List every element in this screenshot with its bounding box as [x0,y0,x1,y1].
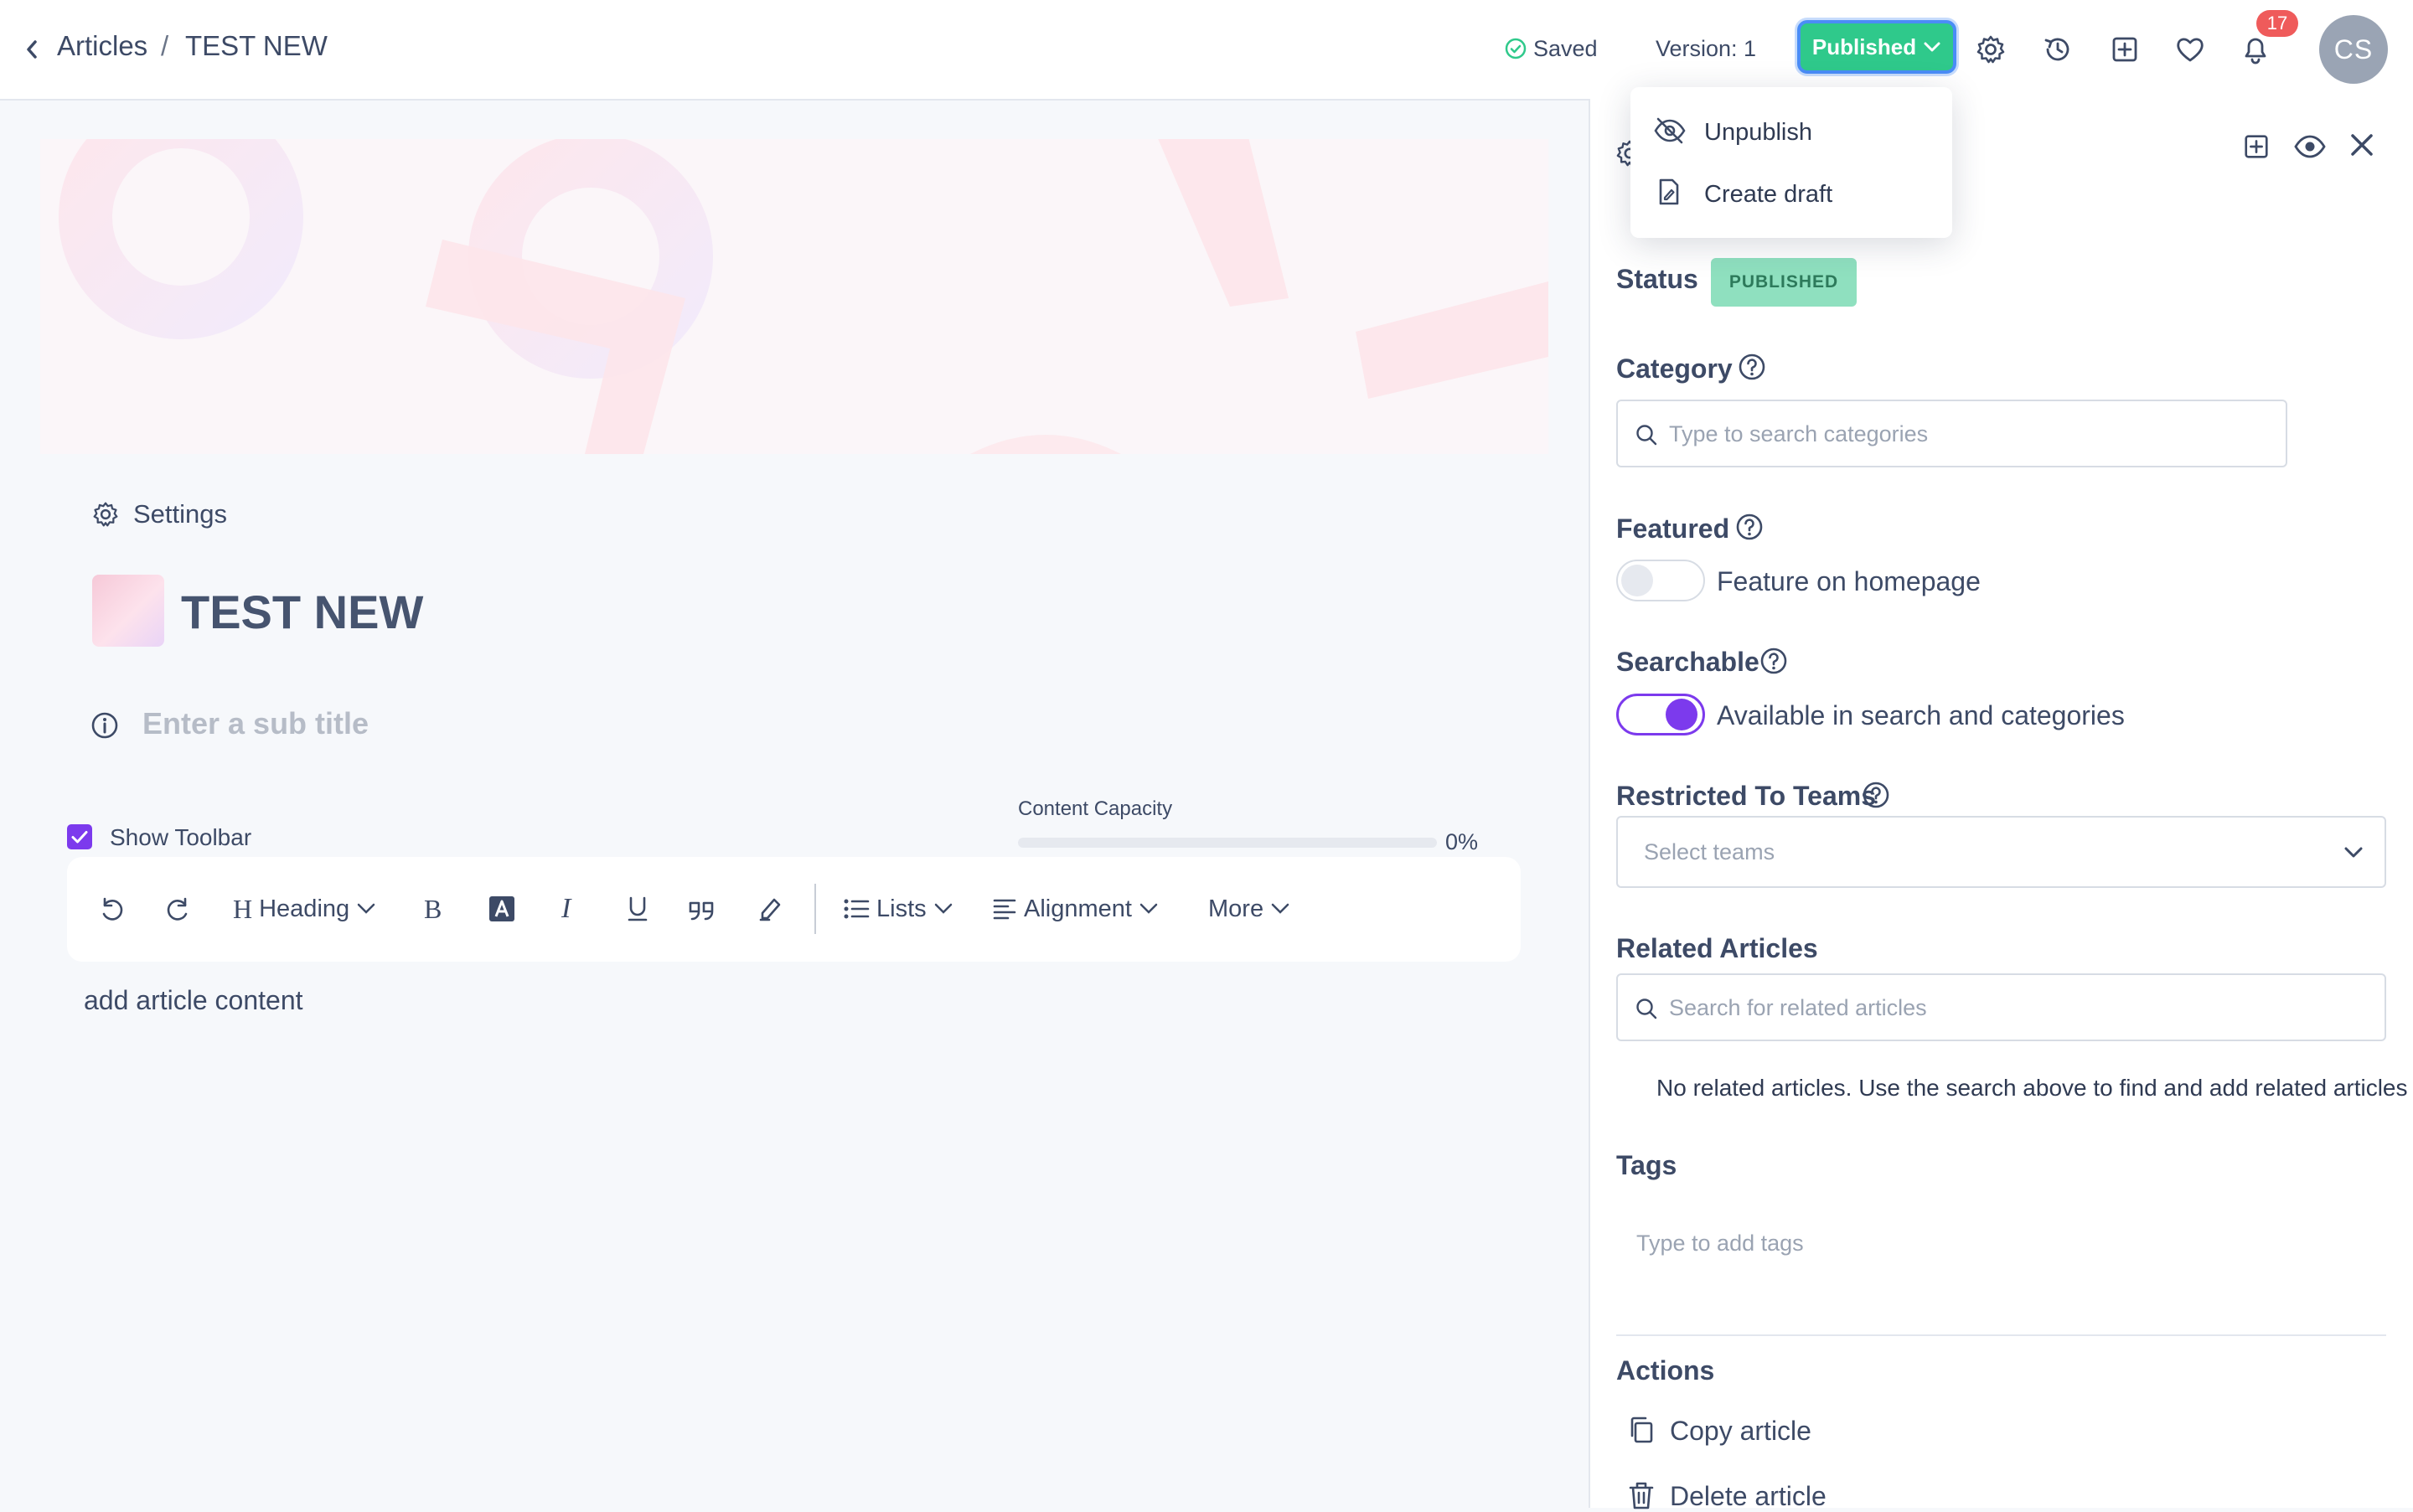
featured-toggle[interactable] [1616,560,1705,601]
publish-dropdown-menu: Unpublish Create draft [1630,87,1952,238]
search-icon [1635,423,1658,446]
editor-toolbar: H Heading B I Lists Alignment More [67,857,1521,962]
menu-item-unpublish[interactable]: Unpublish [1630,101,1952,161]
search-icon [1635,997,1658,1020]
menu-item-create-draft[interactable]: Create draft [1630,163,1952,223]
chevron-left-icon[interactable] [23,39,40,60]
blockquote-icon[interactable] [687,890,717,927]
publish-status-button[interactable]: Published [1797,20,1956,74]
menu-item-label: Create draft [1704,181,1833,208]
searchable-toggle-knob [1666,699,1697,730]
searchable-toggle[interactable] [1616,694,1705,735]
version-label: Version: 1 [1656,36,1757,61]
alignment-dropdown[interactable]: Alignment [992,890,1159,927]
tags-label: Tags [1616,1150,1677,1180]
highlight-pen-icon[interactable] [756,890,784,927]
text-color-icon[interactable] [488,890,516,927]
article-content-editor[interactable]: add article content [84,985,303,1016]
settings-link[interactable]: Settings [133,499,227,529]
add-square-icon[interactable] [2110,34,2140,65]
content-capacity-label: Content Capacity [1018,797,1173,820]
info-icon [90,711,119,740]
searchable-label: Searchable [1616,647,1759,677]
featured-toggle-label: Feature on homepage [1717,566,1981,596]
redo-icon[interactable] [164,890,193,927]
teams-placeholder: Select teams [1644,839,1775,864]
gear-icon[interactable] [1976,34,2006,65]
tags-input[interactable]: Type to add tags [1636,1231,1804,1257]
undo-icon[interactable] [97,890,126,927]
lists-label: Lists [876,895,927,922]
featured-label: Featured [1616,513,1730,544]
eye-off-icon [1654,117,1686,144]
italic-icon[interactable]: I [561,890,571,927]
help-icon[interactable] [1862,781,1890,809]
heading-icon: H [233,893,253,924]
actions-label: Actions [1616,1355,1715,1386]
copy-icon [1628,1416,1655,1444]
chevron-down-icon [1923,41,1941,53]
article-title[interactable]: TEST NEW [181,585,423,639]
heart-icon[interactable] [2175,35,2205,64]
heading-dropdown[interactable]: H Heading [233,890,376,927]
featured-toggle-knob [1621,565,1653,596]
lists-dropdown[interactable]: Lists [843,890,953,927]
copy-article-button[interactable]: Copy article [1670,1416,1811,1447]
show-toolbar-label: Show Toolbar [110,824,252,850]
delete-article-button[interactable]: Delete article [1670,1481,1827,1512]
notification-count-badge: 17 [2256,10,2298,37]
related-articles-placeholder: Search for related articles [1669,995,1927,1020]
bell-icon[interactable] [2240,34,2271,65]
breadcrumb-separator: / [161,30,169,61]
breadcrumb-current: TEST NEW [185,30,328,61]
cover-image[interactable] [40,139,1548,454]
related-articles-search[interactable]: Search for related articles [1616,973,2386,1041]
trash-icon [1628,1481,1655,1509]
help-icon[interactable] [1759,647,1788,675]
searchable-toggle-label: Available in search and categories [1717,700,2125,730]
related-articles-label: Related Articles [1616,933,1818,963]
content-capacity-value: 0% [1445,829,1479,854]
status-label: Status [1616,264,1698,294]
top-header: Articles / TEST NEW Saved Version: 1 Pub… [0,0,2413,101]
content-capacity-bar [1018,838,1437,848]
status-badge: PUBLISHED [1711,258,1857,307]
category-search-input[interactable]: Type to search categories [1616,400,2287,467]
bold-icon[interactable]: B [424,890,442,927]
show-toolbar-checkbox[interactable] [67,824,92,849]
help-icon[interactable] [1738,353,1766,381]
toolbar-divider [814,884,816,934]
heading-label: Heading [259,895,350,922]
history-icon[interactable] [2043,34,2073,65]
alignment-label: Alignment [1024,895,1132,922]
restricted-teams-label: Restricted To Teams [1616,781,1877,811]
panel-add-icon[interactable] [2242,132,2271,161]
help-icon[interactable] [1735,513,1764,541]
category-placeholder: Type to search categories [1669,421,1929,446]
teams-select[interactable]: Select teams [1616,816,2386,888]
related-articles-empty-message: No related articles. Use the search abov… [1656,1075,2408,1101]
more-dropdown[interactable]: More [1208,890,1290,927]
chevron-down-icon [2343,846,2364,859]
saved-status: Saved [1533,36,1598,61]
close-icon[interactable] [2349,132,2374,157]
publish-status-label: Published [1811,34,1917,59]
article-icon-thumbnail[interactable] [92,575,164,647]
settings-gear-icon[interactable] [92,501,119,528]
actions-divider [1616,1334,2386,1336]
breadcrumb-articles-link[interactable]: Articles [57,30,147,62]
underline-icon[interactable] [625,890,650,927]
category-label: Category [1616,353,1733,384]
file-draft-icon [1657,178,1681,206]
user-avatar[interactable]: CS [2319,15,2388,84]
check-circle-icon [1505,38,1527,59]
more-label: More [1208,895,1264,922]
menu-item-label: Unpublish [1704,119,1812,146]
eye-icon[interactable] [2294,134,2326,159]
subtitle-input[interactable]: Enter a sub title [142,706,369,741]
